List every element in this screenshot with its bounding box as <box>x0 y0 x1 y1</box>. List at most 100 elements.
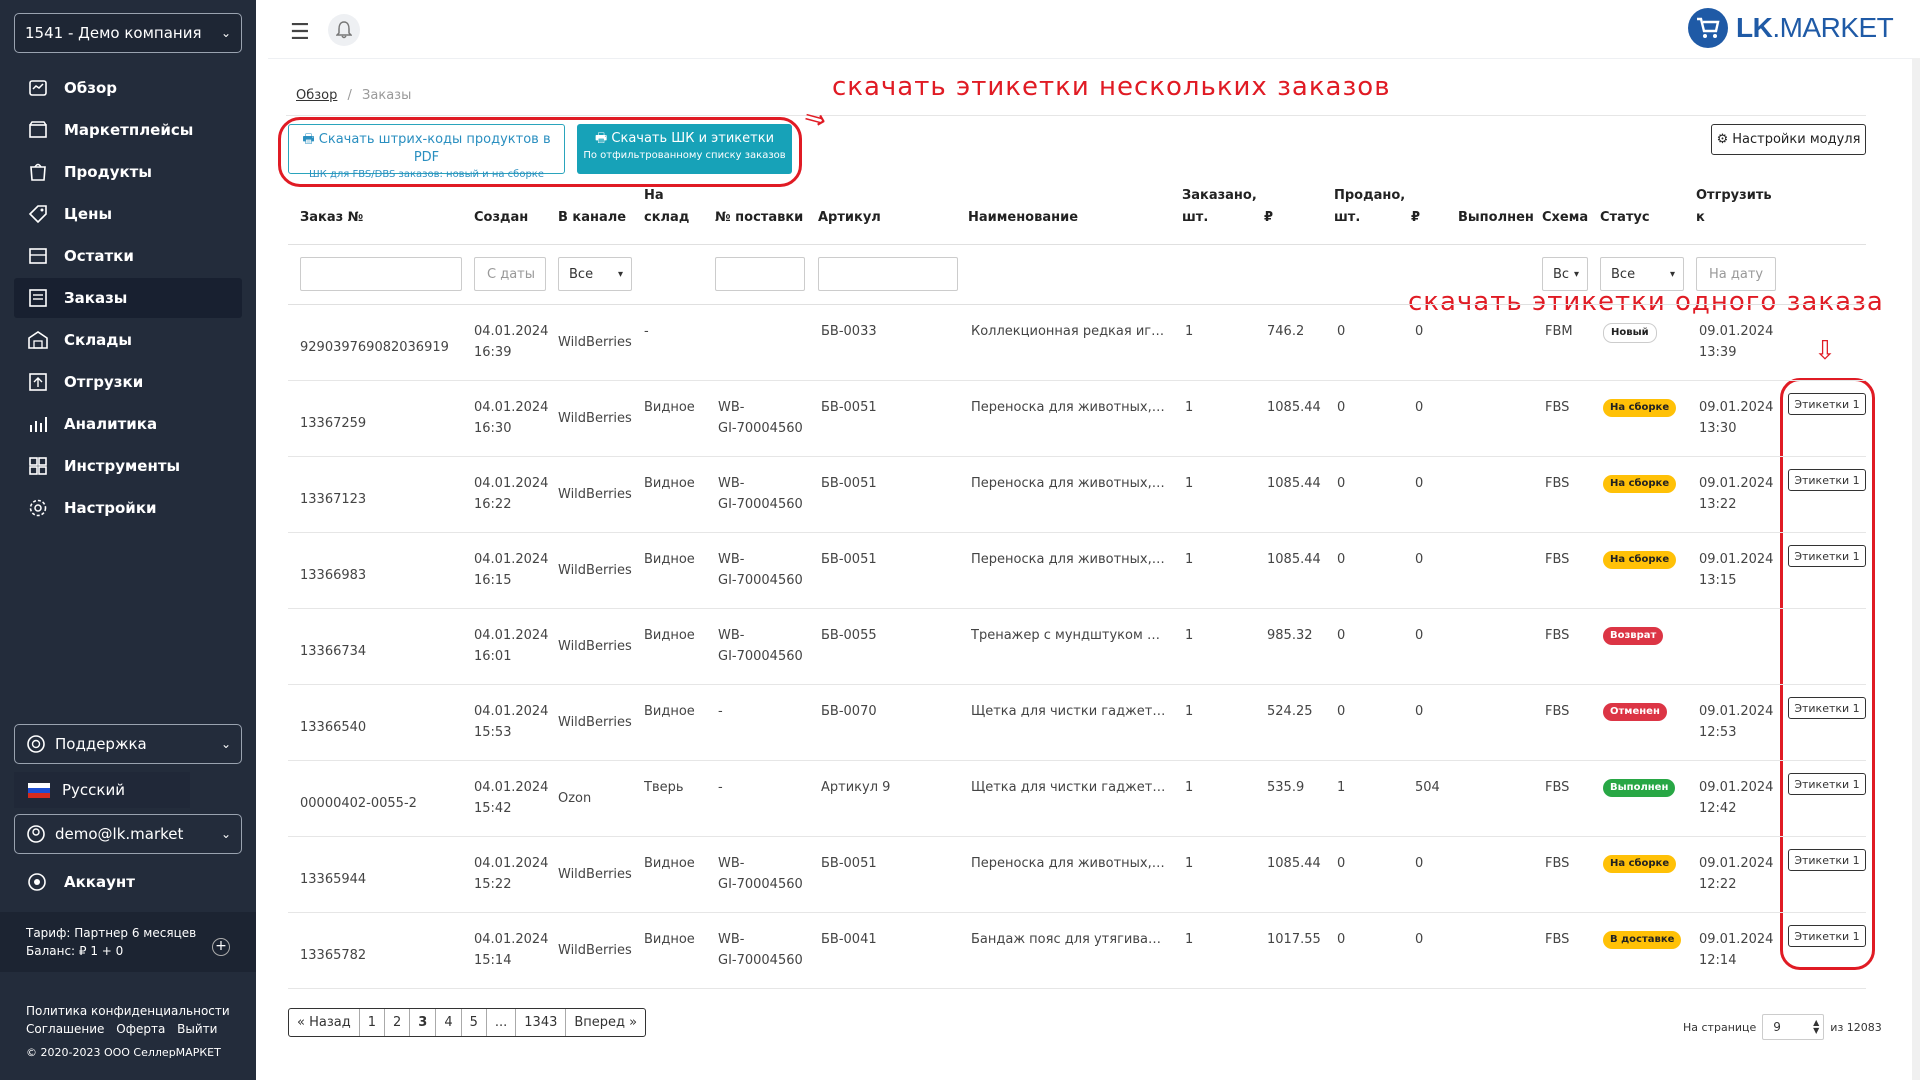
pagination-page[interactable]: 1343 <box>516 1009 567 1036</box>
sidebar-item-6[interactable]: Заказы <box>14 278 242 318</box>
ship-date-cell: 09.01.2024 <box>1699 932 1774 947</box>
sidebar-item-label: Склады <box>64 331 132 349</box>
download-order-labels-button[interactable]: Этикетки 1 <box>1788 773 1866 795</box>
app-root: 1541 - Демо компания ⌄ Обзор Маркетплейсы… <box>0 0 1920 1080</box>
bell-icon[interactable] <box>328 14 360 46</box>
breadcrumb-home[interactable]: Обзор <box>296 88 337 103</box>
col-channel[interactable]: В канале <box>558 207 626 229</box>
sidebar-item-2[interactable]: Маркетплейсы <box>14 110 242 150</box>
col-sold-rub[interactable]: ₽ <box>1411 207 1420 229</box>
download-order-labels-button[interactable]: Этикетки 1 <box>1788 697 1866 719</box>
sidebar-item-1[interactable]: Обзор <box>14 68 242 108</box>
status-badge: Отменен <box>1603 703 1667 721</box>
col-ship[interactable]: Отгрузить к <box>1696 185 1772 229</box>
col-ordered[interactable]: Заказано, шт. <box>1182 185 1257 229</box>
pagination-page[interactable]: 1 <box>360 1009 385 1036</box>
col-scheme[interactable]: Схема <box>1542 207 1588 229</box>
table-row: 9290397690820369191 04.01.2024 16:39 WildBe… <box>288 305 1866 381</box>
scheme-filter-select[interactable]: Вс ▾ <box>1542 257 1588 291</box>
price-cell: 535.9 <box>1267 780 1305 795</box>
sidebar-item-3[interactable]: Продукты <box>14 152 242 192</box>
pagination-page[interactable]: ... <box>487 1009 517 1036</box>
sidebar-item-label: Остатки <box>64 247 134 265</box>
order-cell[interactable]: 13365782 <box>300 945 366 966</box>
tariff-box: Тариф: Партнер 6 месяцев Баланс: ₽ 1 + 0… <box>0 912 256 972</box>
sold-cell: 0 <box>1337 552 1346 567</box>
user-select[interactable]: demo@lk.market ⌄ <box>14 814 242 854</box>
channel-cell: WildBerries <box>558 715 632 730</box>
menu-icon[interactable]: ☰ <box>290 20 310 45</box>
name-cell: Коллекционная редкая игрушка <box>971 324 1167 339</box>
col-warehouse[interactable]: На склад <box>644 185 689 229</box>
warehouse-cell: - <box>644 324 649 339</box>
pagination-next[interactable]: Вперед » <box>566 1009 645 1036</box>
download-order-labels-button[interactable]: Этикетки 1 <box>1788 393 1866 415</box>
privacy-link[interactable]: Политика конфиденциальности <box>26 1004 230 1018</box>
account-link[interactable]: Аккаунт <box>14 862 242 902</box>
cart-logo-icon <box>1688 8 1728 48</box>
order-cell[interactable]: 13366983 <box>300 565 366 586</box>
company-select[interactable]: 1541 - Демо компания ⌄ <box>14 13 242 53</box>
module-settings-button[interactable]: ⚙ Настройки модуля <box>1711 124 1866 155</box>
download-order-labels-button[interactable]: Этикетки 1 <box>1788 849 1866 871</box>
col-status[interactable]: Статус <box>1600 207 1650 229</box>
order-cell[interactable]: 9290397690820369191 <box>300 337 450 358</box>
name-cell: Щетка для чистки гаджетов <box>971 704 1167 719</box>
analytics-icon <box>26 412 50 436</box>
support-select[interactable]: Поддержка ⌄ <box>14 724 242 764</box>
language-select[interactable]: Русский <box>14 772 190 808</box>
sidebar-item-5[interactable]: Остатки <box>14 236 242 276</box>
status-filter-select[interactable]: Все ▾ <box>1600 257 1684 291</box>
order-cell[interactable]: 13366540 <box>300 717 366 738</box>
date-from-input[interactable]: С даты <box>474 257 546 291</box>
order-cell[interactable]: 00000402-0055-2 <box>300 793 417 814</box>
channel-filter-select[interactable]: Все ▾ <box>558 257 632 291</box>
order-cell[interactable]: 13367259 <box>300 413 366 434</box>
download-order-labels-button[interactable]: Этикетки 1 <box>1788 925 1866 947</box>
supply-filter-input[interactable] <box>715 257 805 291</box>
sidebar-item-9[interactable]: Аналитика <box>14 404 242 444</box>
col-sold[interactable]: Продано, шт. <box>1334 185 1405 229</box>
breadcrumb-current: Заказы <box>362 88 412 103</box>
channel-filter-value: Все <box>569 266 594 282</box>
gear-icon: ⚙ <box>1716 132 1729 147</box>
sidebar-item-8[interactable]: Отгрузки <box>14 362 242 402</box>
per-page-input[interactable]: 9 ▲ ▼ <box>1762 1014 1825 1040</box>
pagination-page[interactable]: 3 <box>410 1009 437 1036</box>
table-row: 13365944 04.01.2024 15:22 WildBerries Видное… <box>288 837 1866 913</box>
sidebar-item-10[interactable]: Инструменты <box>14 446 242 486</box>
pagination-page[interactable]: 4 <box>436 1009 462 1036</box>
download-order-labels-button[interactable]: Этикетки 1 <box>1788 469 1866 491</box>
add-balance-button[interactable]: + <box>212 938 230 956</box>
ship-date-input[interactable]: На дату <box>1696 257 1776 291</box>
col-supply[interactable]: № поставки <box>715 207 803 229</box>
copyright: © 2020-2023 ООО СеллерМАРКЕТ <box>26 1046 221 1059</box>
spinner-icon[interactable]: ▲ ▼ <box>1813 1019 1819 1035</box>
col-article[interactable]: Артикул <box>818 207 881 229</box>
col-order[interactable]: Заказ № <box>300 207 363 229</box>
agreement-link[interactable]: Соглашение <box>26 1022 104 1036</box>
sidebar-item-7[interactable]: Склады <box>14 320 242 360</box>
pagination-prev[interactable]: « Назад <box>289 1009 360 1036</box>
channel-cell: WildBerries <box>558 563 632 578</box>
col-ordered-rub[interactable]: ₽ <box>1264 207 1273 229</box>
col-created[interactable]: Создан <box>474 207 528 229</box>
sidebar-item-4[interactable]: Цены <box>14 194 242 234</box>
pagination-page[interactable]: 5 <box>462 1009 487 1036</box>
col-name[interactable]: Наименование <box>968 207 1078 229</box>
order-cell[interactable]: 13366734 <box>300 641 366 662</box>
date-cell: 04.01.2024 <box>474 932 549 947</box>
language-label: Русский <box>62 781 125 799</box>
order-filter-input[interactable] <box>300 257 462 291</box>
download-order-labels-button[interactable]: Этикетки 1 <box>1788 545 1866 567</box>
page-scrollbar[interactable] <box>1912 58 1920 1080</box>
logout-link[interactable]: Выйти <box>177 1022 217 1036</box>
article-filter-input[interactable] <box>818 257 958 291</box>
shipments-icon <box>26 370 50 394</box>
order-cell[interactable]: 13367123 <box>300 489 366 510</box>
order-cell[interactable]: 13365944 <box>300 869 366 890</box>
pagination-page[interactable]: 2 <box>385 1009 411 1036</box>
col-done[interactable]: Выполнен <box>1458 207 1534 229</box>
sidebar-item-11[interactable]: Настройки <box>14 488 242 528</box>
offer-link[interactable]: Оферта <box>116 1022 165 1036</box>
